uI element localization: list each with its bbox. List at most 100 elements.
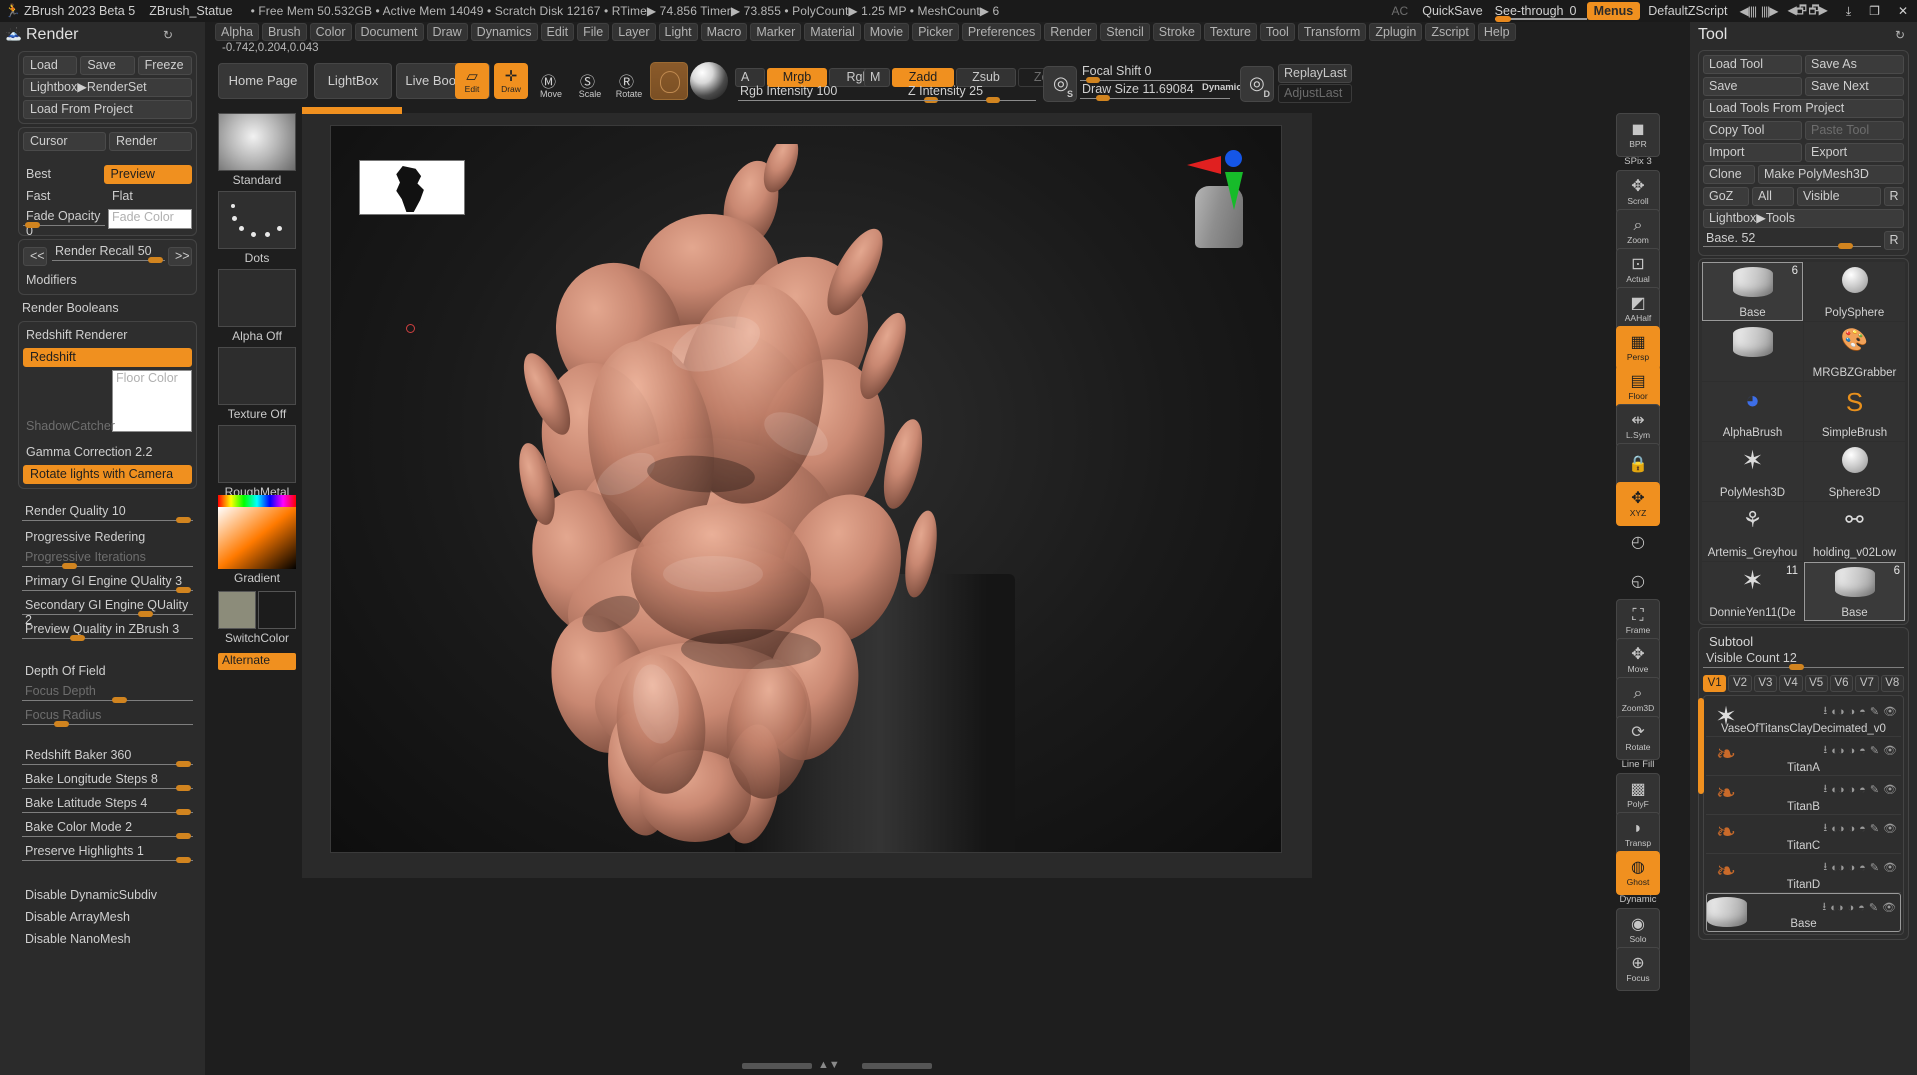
shelf-button-xyz[interactable]: ✥XYZ (1616, 482, 1660, 526)
palette-zscript[interactable]: Zscript (1425, 23, 1475, 41)
adjust-last-button[interactable]: AdjustLast (1278, 84, 1352, 103)
paint-icon[interactable]: ✎ (1870, 744, 1879, 757)
subtool-row[interactable]: ❧⭳◐◑◑◓✎👁TitanC (1706, 815, 1901, 854)
subtool-row-icons[interactable]: ⭳◐◑◑◓✎👁 (1822, 898, 1896, 917)
tool-item[interactable]: 6Base (1702, 262, 1803, 321)
flat-button[interactable]: Flat (109, 187, 192, 206)
lightbox-renderset-button[interactable]: Lightbox▶RenderSet (23, 78, 192, 97)
tool-item[interactable]: ◕AlphaBrush (1702, 382, 1803, 441)
palette-alpha[interactable]: Alpha (215, 23, 259, 41)
subtool-visibility-v8[interactable]: V8 (1881, 675, 1904, 692)
shelf-button-persp[interactable]: ▦Persp (1616, 326, 1660, 370)
tool-item[interactable]: 6Base (1804, 562, 1905, 621)
navigation-thumbnail[interactable] (359, 160, 465, 215)
modifiers-button[interactable]: Modifiers (23, 271, 77, 290)
z-intensity-slider[interactable]: Z Intensity 25 (906, 84, 1036, 104)
palette-macro[interactable]: Macro (701, 23, 748, 41)
render-recall-slider[interactable]: Render Recall 50 (52, 244, 165, 266)
subtool-row[interactable]: ⭳◐◑◑◓✎👁Base (1706, 893, 1901, 932)
preview-button[interactable]: Preview (104, 165, 193, 184)
see-through-knob[interactable] (1495, 16, 1511, 22)
shelf-button-l-sym[interactable]: ⇹L.Sym (1616, 404, 1660, 448)
shelf-button-frame[interactable]: ⛶Frame (1616, 599, 1660, 643)
palette-picker[interactable]: Picker (912, 23, 959, 41)
right-shelf[interactable]: ◼BPRSPix 3✥Scroll⌕Zoom⊡Actual◩AAHalf▦Per… (1614, 113, 1662, 1075)
rotate-lights-toggle[interactable]: Rotate lights with Camera (23, 465, 192, 484)
palette-stroke[interactable]: Stroke (1153, 23, 1201, 41)
shelf-button-solo[interactable]: ◉Solo (1616, 908, 1660, 952)
dynamic-label[interactable]: Dynamic (1202, 82, 1242, 93)
render-freeze-button[interactable]: Freeze (138, 56, 192, 75)
focus-radius-slider[interactable]: Focus Radius (22, 708, 193, 730)
copy-tool-button[interactable]: Copy Tool (1703, 121, 1802, 140)
base-slider[interactable]: Base. 52 (1703, 231, 1881, 253)
restore-icon[interactable]: ❐ (1869, 4, 1880, 18)
palette-document[interactable]: Document (355, 23, 424, 41)
contrast-icon[interactable]: ◓ (1859, 745, 1866, 757)
stroke-slot[interactable]: Dots (218, 191, 296, 265)
shelf-button-floor[interactable]: ▤Floor (1616, 365, 1660, 409)
scroll-left-segment[interactable] (742, 1063, 812, 1069)
scroll-trays-icon[interactable]: ◀🗗 🗗▶ (1788, 1, 1827, 22)
paint-icon[interactable]: ✎ (1870, 705, 1879, 718)
arrow-down-icon[interactable]: ⭳ (1823, 858, 1827, 877)
palette-material[interactable]: Material (804, 23, 860, 41)
contrast-icon[interactable]: ◓ (1859, 706, 1866, 718)
contrast-icon[interactable]: ◓ (1859, 823, 1866, 835)
visibility-toggle-icon[interactable]: ◐◑ (1831, 784, 1844, 796)
redshift-baker-slider[interactable]: Redshift Baker 360 (22, 748, 193, 770)
base-slider-r-button[interactable]: R (1884, 231, 1904, 250)
shelf-button-polyf[interactable]: ▩PolyF (1616, 773, 1660, 817)
subtool-visibility-v6[interactable]: V6 (1830, 675, 1853, 692)
see-through-slider[interactable]: See-through 0 (1495, 0, 1587, 22)
refresh-icon[interactable]: ↻ (163, 28, 173, 42)
subtool-visibility-v5[interactable]: V5 (1805, 675, 1828, 692)
export-button[interactable]: Export (1805, 143, 1904, 162)
close-icon[interactable]: ✕ (1898, 4, 1908, 18)
draw-size-d-button[interactable]: ◎ D (1240, 66, 1274, 102)
palette-help[interactable]: Help (1478, 23, 1516, 41)
subtool-row[interactable]: ❧⭳◐◑◑◓✎👁TitanD (1706, 854, 1901, 893)
tool-item[interactable]: SSimpleBrush (1804, 382, 1905, 441)
render-save-button[interactable]: Save (80, 56, 134, 75)
shadow-icon[interactable]: ◑ (1849, 784, 1856, 796)
subtool-visibility-v4[interactable]: V4 (1779, 675, 1802, 692)
shelf-button-bpr[interactable]: ◼BPR (1616, 113, 1660, 157)
palette-menu-bar[interactable]: AlphaBrushColorDocumentDrawDynamicsEditF… (215, 22, 1375, 42)
alternate-slot[interactable]: Alternate (218, 653, 296, 670)
fade-opacity-slider[interactable]: Fade Opacity 0 (23, 209, 105, 231)
render-booleans-label[interactable]: Render Booleans (0, 298, 205, 318)
shelf-button-zoom3d[interactable]: ⌕Zoom3D (1616, 677, 1660, 721)
paint-icon[interactable]: ✎ (1870, 822, 1879, 835)
preview-quality-slider[interactable]: Preview Quality in ZBrush 3 (22, 622, 193, 644)
floor-color-swatch[interactable]: Floor Color (112, 370, 192, 432)
eye-icon[interactable]: 👁 (1882, 901, 1896, 914)
goz-all-button[interactable]: All (1752, 187, 1794, 206)
eye-icon[interactable]: 👁 (1883, 861, 1897, 874)
contrast-icon[interactable]: ◓ (1859, 784, 1866, 796)
shelf-button-zoom[interactable]: ⌕Zoom (1616, 209, 1660, 253)
render-load-button[interactable]: Load (23, 56, 77, 75)
tool-item[interactable]: Sphere3D (1804, 442, 1905, 501)
load-from-project-button[interactable]: Load From Project (23, 100, 192, 119)
palette-movie[interactable]: Movie (864, 23, 909, 41)
palette-render[interactable]: Render (1044, 23, 1097, 41)
goz-r-button[interactable]: R (1884, 187, 1904, 206)
tool-item[interactable]: ✶11DonnieYen11(De (1702, 562, 1803, 621)
tool-refresh-icon[interactable]: ↻ (1895, 28, 1905, 42)
subtool-row[interactable]: ❧⭳◐◑◑◓✎👁TitanB (1706, 776, 1901, 815)
visibility-toggle-icon[interactable]: ◐◑ (1831, 862, 1844, 874)
preserve-highlights-slider[interactable]: Preserve Highlights 1 (22, 844, 193, 866)
shelf-button-aahalf[interactable]: ◩AAHalf (1616, 287, 1660, 331)
current-material-sphere[interactable] (690, 62, 728, 100)
color-picker-square[interactable] (218, 507, 296, 569)
paint-icon[interactable]: ✎ (1870, 861, 1879, 874)
shelf-button-btn11[interactable]: ◴ (1616, 521, 1660, 565)
recall-prev-button[interactable]: << (23, 247, 47, 266)
palette-zplugin[interactable]: Zplugin (1369, 23, 1422, 41)
shelf-button-move[interactable]: ✥Move (1616, 638, 1660, 682)
hue-strip[interactable] (218, 495, 296, 507)
menus-button[interactable]: Menus (1587, 2, 1641, 20)
shelf-button-ghost[interactable]: ◍Ghost (1616, 851, 1660, 895)
recall-next-button[interactable]: >> (168, 247, 192, 266)
